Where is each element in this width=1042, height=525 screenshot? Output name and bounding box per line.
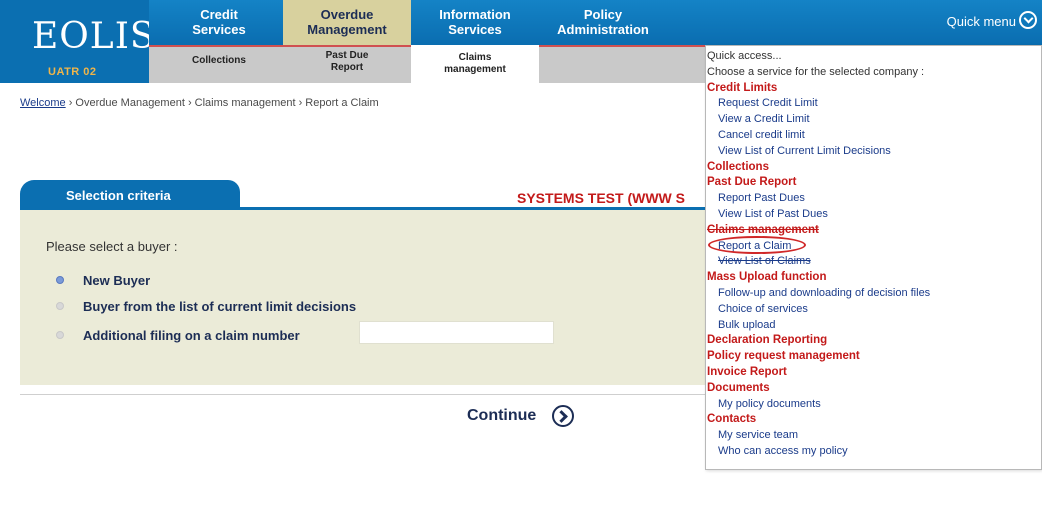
quick-access-menu: Quick access... Choose a service for the … <box>705 45 1042 470</box>
continue-label: Continue <box>467 407 537 424</box>
nav-credit-services[interactable]: Credit Services <box>155 7 283 37</box>
breadcrumb: Welcome › Overdue Management › Claims ma… <box>20 97 379 109</box>
qa-link-request-credit-limit[interactable]: Request Credit Limit <box>718 97 818 109</box>
option-additional-filing-label: Additional filing on a claim number <box>83 328 300 343</box>
chevron-down-circle-icon <box>1019 11 1037 29</box>
option-new-buyer-label: New Buyer <box>83 273 151 288</box>
qa-link-cancel-credit-limit[interactable]: Cancel credit limit <box>718 129 805 141</box>
highlight-circle <box>708 236 806 254</box>
buyer-prompt: Please select a buyer : <box>46 239 178 254</box>
qa-link-who-can-access-my-policy[interactable]: Who can access my policy <box>718 445 848 457</box>
radio-additional-filing[interactable] <box>56 331 64 339</box>
qa-intro-choose-a-service-for-the-selected-company: Choose a service for the selected compan… <box>707 65 925 78</box>
logo-text: EOLIS <box>32 16 156 57</box>
quick-menu-label: Quick menu <box>946 14 1016 29</box>
qa-section-invoice-report[interactable]: Invoice Report <box>707 366 787 378</box>
qa-link-follow-up-and-downloading-of-decision-files[interactable]: Follow-up and downloading of decision fi… <box>718 287 930 299</box>
qa-section-credit-limits[interactable]: Credit Limits <box>707 82 777 94</box>
divider <box>20 394 705 395</box>
nav-overdue-management[interactable]: Overdue Management <box>283 0 411 45</box>
top-navigation: Credit Services Overdue Management Informa… <box>149 0 1042 45</box>
qa-link-view-list-of-past-dues[interactable]: View List of Past Dues <box>718 208 828 220</box>
qa-section-declaration-reporting[interactable]: Declaration Reporting <box>707 334 827 346</box>
option-buyer-from-list-label: Buyer from the list of current limit dec… <box>83 299 357 314</box>
radio-buyer-from-list[interactable] <box>56 302 64 310</box>
selection-criteria-tab: Selection criteria <box>20 180 240 208</box>
qa-section-mass-upload-function[interactable]: Mass Upload function <box>707 271 826 283</box>
logo-subtitle: UATR 02 <box>48 66 97 78</box>
nav-information-services[interactable]: Information Services <box>411 7 539 37</box>
qa-link-my-policy-documents[interactable]: My policy documents <box>718 398 821 410</box>
qa-section-past-due-report[interactable]: Past Due Report <box>707 176 796 188</box>
breadcrumb-path: › Overdue Management › Claims management… <box>65 97 379 109</box>
qa-link-view-list-of-claims[interactable]: View List of Claims <box>718 255 811 267</box>
sub-navigation: Collections Past Due Report Claims managem… <box>149 45 705 83</box>
subnav-past-due-report[interactable]: Past Due Report <box>283 50 411 74</box>
environment-banner: SYSTEMS TEST (WWW S <box>517 190 685 206</box>
qa-section-collections[interactable]: Collections <box>707 161 769 173</box>
radio-new-buyer[interactable] <box>56 276 64 284</box>
chevron-right-circle-icon <box>552 405 574 427</box>
qa-link-choice-of-services[interactable]: Choice of services <box>718 303 808 315</box>
nav-policy-administration[interactable]: Policy Administration <box>539 7 667 37</box>
selection-criteria-title: Selection criteria <box>66 188 171 203</box>
qa-section-contacts[interactable]: Contacts <box>707 413 756 425</box>
qa-link-my-service-team[interactable]: My service team <box>718 429 798 441</box>
qa-section-documents[interactable]: Documents <box>707 382 770 394</box>
claim-number-input[interactable] <box>359 321 554 344</box>
qa-link-bulk-upload[interactable]: Bulk upload <box>718 319 776 331</box>
quick-menu-button[interactable]: Quick menu <box>922 0 1042 45</box>
qa-link-view-a-credit-limit[interactable]: View a Credit Limit <box>718 113 810 125</box>
selection-criteria-panel: Please select a buyer : New Buyer Buyer … <box>20 207 705 385</box>
breadcrumb-welcome-link[interactable]: Welcome <box>20 97 66 109</box>
qa-intro-quick-access: Quick access... <box>707 50 782 62</box>
subnav-claims-management[interactable]: Claims management <box>411 45 539 83</box>
qa-link-report-past-dues[interactable]: Report Past Dues <box>718 192 805 204</box>
logo[interactable]: EOLIS UATR 02 <box>0 0 155 83</box>
qa-section-claims-management[interactable]: Claims management <box>707 224 819 236</box>
qa-link-view-list-of-current-limit-decisions[interactable]: View List of Current Limit Decisions <box>718 145 891 157</box>
qa-section-policy-request-management[interactable]: Policy request management <box>707 350 860 362</box>
subnav-collections[interactable]: Collections <box>155 55 283 67</box>
